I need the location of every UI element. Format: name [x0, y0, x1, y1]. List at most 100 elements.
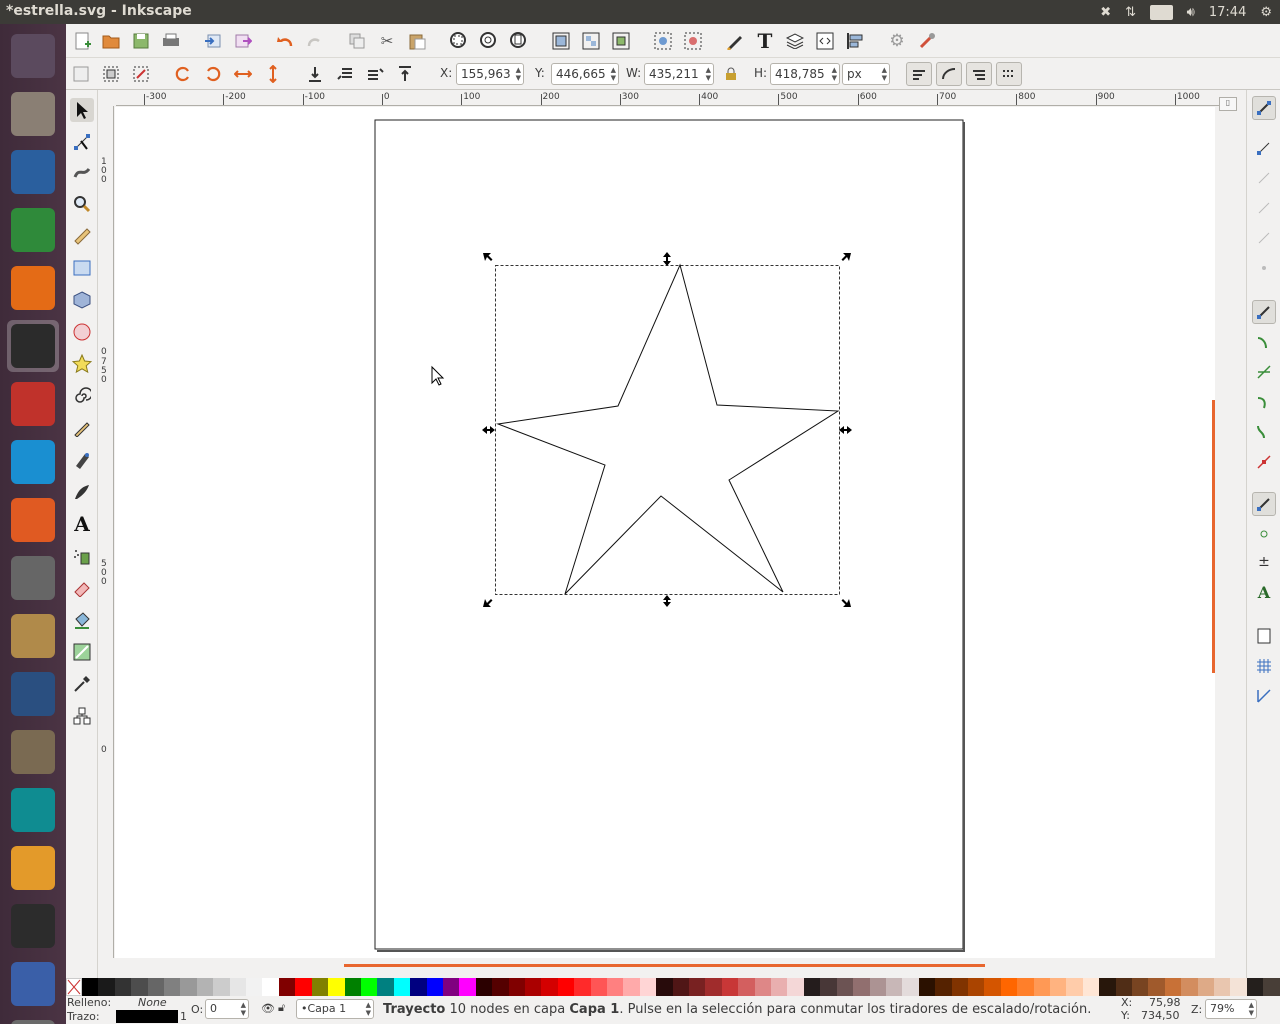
color-swatch[interactable] — [590, 978, 607, 996]
snap-text-baseline-icon[interactable]: A — [1252, 580, 1276, 604]
snap-rotation-center-icon[interactable]: ± — [1252, 550, 1276, 574]
color-swatch[interactable] — [771, 978, 788, 996]
color-swatch[interactable] — [1132, 978, 1149, 996]
color-managed-toggle[interactable]: ▯ — [1219, 97, 1237, 111]
color-swatch[interactable] — [557, 978, 575, 996]
spiral-tool-icon[interactable] — [70, 384, 94, 408]
w-input[interactable]: 435,211 ▲ ▼ — [644, 63, 714, 85]
unlink-clone-icon[interactable] — [682, 30, 704, 52]
measure-tool-icon[interactable] — [70, 224, 94, 248]
trash-icon[interactable] — [7, 1016, 59, 1024]
stroke-swatch[interactable] — [116, 1010, 178, 1023]
color-swatch[interactable] — [1000, 978, 1018, 996]
no-paint-swatch[interactable] — [66, 978, 82, 996]
color-swatch[interactable] — [721, 978, 739, 996]
color-swatch[interactable] — [1197, 978, 1215, 996]
color-swatch[interactable] — [984, 978, 1001, 996]
raise-icon[interactable] — [364, 63, 386, 85]
inkscape-icon[interactable] — [7, 320, 59, 372]
paint-bucket-tool-icon[interactable] — [70, 608, 94, 632]
x-input[interactable]: 155,963 ▲ ▼ — [456, 63, 524, 85]
color-swatch[interactable] — [98, 978, 115, 996]
color-swatch[interactable] — [114, 978, 132, 996]
gradient-tool-icon[interactable] — [70, 640, 94, 664]
color-swatch[interactable] — [623, 978, 640, 996]
color-swatch[interactable] — [1082, 978, 1100, 996]
color-swatch[interactable] — [426, 978, 443, 996]
software-center-icon[interactable] — [7, 494, 59, 546]
print-icon[interactable] — [160, 30, 182, 52]
color-swatch[interactable] — [1214, 978, 1231, 996]
snap-bbox-corners-icon[interactable] — [1252, 196, 1276, 220]
color-swatch[interactable] — [295, 978, 312, 996]
color-swatch[interactable] — [393, 978, 411, 996]
color-swatch[interactable] — [1230, 978, 1247, 996]
redo-icon[interactable] — [304, 30, 326, 52]
transform-gradients-toggle-icon[interactable] — [966, 62, 992, 86]
snap-others-icon[interactable] — [1252, 492, 1276, 516]
color-swatch[interactable] — [229, 978, 247, 996]
keyboard-layout-indicator[interactable]: Es — [1150, 4, 1173, 20]
scratch-icon[interactable] — [7, 842, 59, 894]
calc-icon[interactable] — [7, 204, 59, 256]
deselect-icon[interactable] — [130, 63, 152, 85]
color-swatch[interactable] — [869, 978, 886, 996]
pen-tool-icon[interactable] — [70, 448, 94, 472]
color-swatch[interactable] — [607, 978, 624, 996]
undo-icon[interactable] — [274, 30, 296, 52]
color-swatch[interactable] — [787, 978, 804, 996]
flip-vertical-icon[interactable] — [262, 63, 284, 85]
zoom-input[interactable]: 79% ▲ ▼ — [1205, 999, 1257, 1019]
color-swatch[interactable] — [278, 978, 296, 996]
color-swatch[interactable] — [656, 978, 673, 996]
ellipse-tool-icon[interactable] — [70, 320, 94, 344]
color-swatch[interactable] — [574, 978, 591, 996]
transform-patterns-toggle-icon[interactable] — [996, 62, 1022, 86]
color-swatch[interactable] — [754, 978, 772, 996]
snap-object-centers-icon[interactable] — [1252, 522, 1276, 546]
color-swatch[interactable] — [902, 978, 919, 996]
color-swatch[interactable] — [705, 978, 722, 996]
stroke-width-value[interactable]: 1 — [180, 1010, 187, 1023]
zoom-drawing-icon[interactable] — [478, 30, 500, 52]
tweak-tool-icon[interactable] — [70, 160, 94, 184]
writer-icon[interactable] — [7, 146, 59, 198]
power-gear-icon[interactable]: ⚙ — [1260, 5, 1272, 20]
save-document-icon[interactable] — [130, 30, 152, 52]
system-settings-icon[interactable] — [7, 552, 59, 604]
canvas[interactable] — [115, 107, 1215, 958]
color-swatch[interactable] — [492, 978, 509, 996]
snap-bbox-edges-icon[interactable] — [1252, 166, 1276, 190]
color-swatch[interactable] — [1049, 978, 1067, 996]
fill-stroke-icon[interactable] — [724, 30, 746, 52]
color-swatch[interactable] — [524, 978, 542, 996]
color-swatch[interactable] — [262, 978, 279, 996]
drawing-area[interactable] — [115, 107, 1215, 958]
network-icon[interactable]: ✖ — [1100, 5, 1111, 20]
layer-visibility-icon[interactable]: 👁︎ — [261, 1002, 275, 1015]
color-swatch[interactable] — [246, 978, 263, 996]
flip-horizontal-icon[interactable] — [232, 63, 254, 85]
3d-box-tool-icon[interactable] — [70, 288, 94, 312]
snap-cusp-nodes-icon[interactable] — [1252, 390, 1276, 414]
color-swatch[interactable] — [541, 978, 558, 996]
ungroup-icon[interactable] — [580, 30, 602, 52]
arduino-icon[interactable] — [7, 784, 59, 836]
rectangle-tool-icon[interactable] — [70, 256, 94, 280]
vertical-scroll-thumb[interactable] — [1212, 400, 1215, 673]
select-all-layers-icon[interactable] — [100, 63, 122, 85]
color-swatch[interactable] — [180, 978, 197, 996]
color-swatch[interactable] — [1164, 978, 1182, 996]
raise-to-top-selection-icon[interactable] — [394, 63, 416, 85]
fritzing-icon[interactable] — [7, 378, 59, 430]
align-distribute-icon[interactable] — [844, 30, 866, 52]
color-swatch[interactable] — [918, 978, 936, 996]
export-icon[interactable] — [232, 30, 254, 52]
firefox-icon[interactable] — [7, 262, 59, 314]
opacity-input[interactable]: 0 ▲ ▼ — [205, 999, 249, 1019]
ubuntu-dash-icon[interactable] — [7, 30, 59, 82]
color-swatch[interactable] — [951, 978, 968, 996]
color-palette[interactable] — [66, 978, 1280, 996]
selector-tool-icon[interactable] — [70, 98, 94, 122]
lower-icon[interactable] — [334, 63, 356, 85]
